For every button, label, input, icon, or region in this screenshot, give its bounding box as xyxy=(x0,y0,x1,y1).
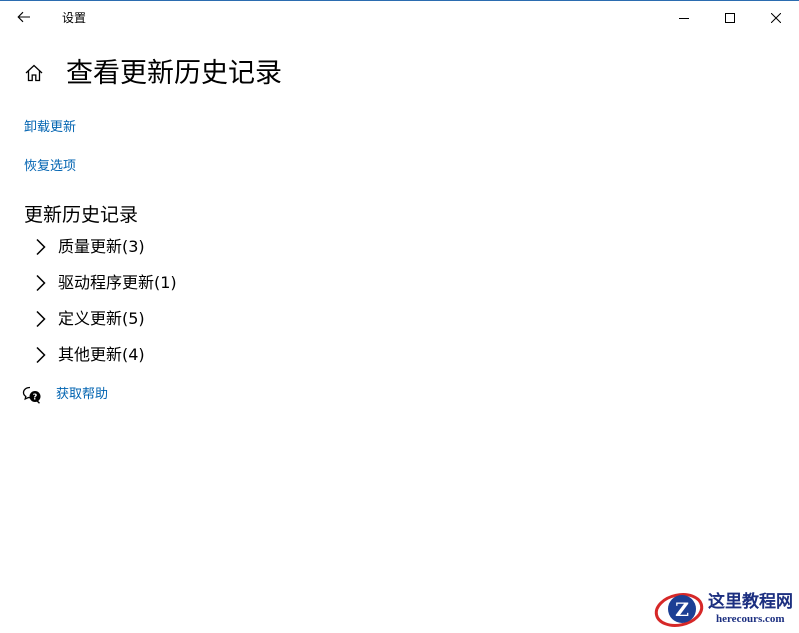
settings-window: 设置 查看更新历史记录 卸载更新 恢复选项 更新历史记录 质量更新(3) 驱动程… xyxy=(0,0,799,631)
home-button[interactable] xyxy=(22,63,46,87)
get-help-link[interactable]: 获取帮助 xyxy=(56,386,108,404)
history-item-label: 其他更新(4) xyxy=(58,345,145,364)
home-icon xyxy=(24,63,44,87)
chat-help-icon: ? xyxy=(22,385,42,405)
history-item-label: 定义更新(5) xyxy=(58,309,145,328)
history-item-quality[interactable]: 质量更新(3) xyxy=(30,229,177,265)
get-help-row[interactable]: ? 获取帮助 xyxy=(22,385,108,405)
watermark-logo-icon: Z xyxy=(652,589,708,629)
history-item-driver[interactable]: 驱动程序更新(1) xyxy=(30,265,177,301)
history-item-other[interactable]: 其他更新(4) xyxy=(30,337,177,373)
watermark-cn-text: 这里教程网 xyxy=(708,592,793,612)
back-button[interactable] xyxy=(8,4,40,30)
svg-text:?: ? xyxy=(33,392,38,401)
chevron-right-icon xyxy=(30,236,52,258)
update-history-list: 质量更新(3) 驱动程序更新(1) 定义更新(5) 其他更新(4) xyxy=(30,229,177,373)
chevron-right-icon xyxy=(30,344,52,366)
recovery-options-link[interactable]: 恢复选项 xyxy=(24,158,76,176)
back-arrow-icon xyxy=(17,8,31,27)
watermark-logo-letter: Z xyxy=(675,599,689,621)
history-item-definition[interactable]: 定义更新(5) xyxy=(30,301,177,337)
uninstall-updates-link[interactable]: 卸载更新 xyxy=(24,119,76,137)
title-bar: 设置 xyxy=(0,1,799,34)
history-item-label: 质量更新(3) xyxy=(58,237,145,256)
close-button[interactable] xyxy=(753,1,799,34)
update-history-heading: 更新历史记录 xyxy=(24,204,139,226)
history-item-label: 驱动程序更新(1) xyxy=(58,273,177,292)
minimize-icon xyxy=(679,8,689,27)
page-title: 查看更新历史记录 xyxy=(66,58,282,89)
maximize-icon xyxy=(725,8,735,27)
chevron-right-icon xyxy=(30,308,52,330)
close-icon xyxy=(770,8,782,27)
window-controls xyxy=(661,1,799,34)
watermark-en-text: herecours.com xyxy=(716,613,785,625)
chevron-right-icon xyxy=(30,272,52,294)
watermark: Z 这里教程网 herecours.com xyxy=(650,589,796,629)
app-title: 设置 xyxy=(62,11,87,25)
maximize-button[interactable] xyxy=(707,1,753,34)
minimize-button[interactable] xyxy=(661,1,707,34)
